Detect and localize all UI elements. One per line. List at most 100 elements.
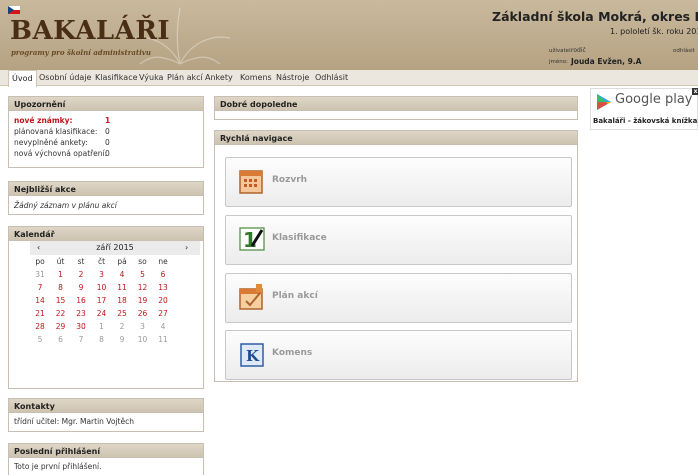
calendar-day[interactable]: 25 <box>112 309 132 318</box>
calendar-day[interactable]: 18 <box>112 296 132 305</box>
last-login-panel: Poslední přihlášení Toto je první přihlá… <box>8 443 204 475</box>
last-login-title: Poslední přihlášení <box>9 444 203 458</box>
calendar-day[interactable]: 3 <box>92 270 112 279</box>
contacts-panel: Kontakty třídní učitel: Mgr. Martin Vojt… <box>8 398 204 432</box>
school-name: Základní škola Mokrá, okres Brno-venkov <box>492 9 698 24</box>
name-value: Jouda Evžen, 9.A <box>571 57 642 66</box>
calendar-day[interactable]: 22 <box>51 309 71 318</box>
alert-label: nová výchovná opatření: <box>14 149 108 158</box>
last-login-text: Toto je první přihlášení. <box>14 462 102 471</box>
calendar-title: Kalendář <box>9 227 203 241</box>
quicknav-rozvrh-button[interactable]: Rozvrh <box>225 157 572 207</box>
menu-item-plan-akci[interactable]: Plán akcí <box>167 73 203 82</box>
alert-value: 0 <box>105 149 110 158</box>
events-empty-text: Žádný záznam v plánu akcí <box>14 201 117 210</box>
calendar-weekday: st <box>77 257 85 266</box>
calendar-weekday: so <box>138 257 147 266</box>
quicknav-label: Klasifikace <box>272 233 327 243</box>
svg-text:K: K <box>246 347 260 365</box>
calendar-day[interactable]: 20 <box>153 296 173 305</box>
czech-flag-icon[interactable] <box>8 6 20 14</box>
quicknav-klasifikace-button[interactable]: 1 Klasifikace <box>225 215 572 265</box>
calendar-day[interactable]: 23 <box>71 309 91 318</box>
calendar-day[interactable]: 15 <box>51 296 71 305</box>
menu-item-odhlasit[interactable]: Odhlásit <box>315 73 348 82</box>
calendar-day[interactable]: 6 <box>153 270 173 279</box>
calendar-day-other-month: 31 <box>35 270 45 279</box>
menu-item-vyuka[interactable]: Výuka <box>139 73 163 82</box>
alert-label: nevyplněné ankety: <box>14 138 88 147</box>
calendar-day[interactable]: 1 <box>51 270 71 279</box>
menu-item-ankety[interactable]: Ankety <box>205 73 233 82</box>
quicknav-title: Rychlá navigace <box>215 131 577 145</box>
calendar-weekday: po <box>35 257 45 266</box>
menu-item-nastroje[interactable]: Nástroje <box>276 73 309 82</box>
calendar-day[interactable]: 12 <box>133 283 153 292</box>
calendar-day[interactable]: 4 <box>112 270 132 279</box>
alert-label: plánovaná klasifikace: <box>14 127 98 136</box>
calendar-weekday: čt <box>97 257 106 266</box>
calendar-day[interactable]: 19 <box>133 296 153 305</box>
quicknav-komens-button[interactable]: K Komens <box>225 330 572 380</box>
calendar-day-other-month: 10 <box>137 335 148 344</box>
calendar-day[interactable]: 9 <box>71 283 91 292</box>
contacts-title: Kontakty <box>9 399 203 413</box>
menu-item-komens[interactable]: Komens <box>240 73 272 82</box>
calendar-day[interactable]: 24 <box>92 309 112 318</box>
greeting-title: Dobré dopoledne <box>215 97 577 111</box>
user-label: uživatel: <box>549 48 573 54</box>
alerts-panel: Upozornění nové známky: 1 plánovaná klas… <box>8 96 204 168</box>
calendar-day-other-month: 3 <box>140 322 145 331</box>
calendar-day-other-month: 9 <box>119 335 125 344</box>
quicknav-label: Komens <box>272 348 313 358</box>
alert-row-new-measures: nová výchovná opatření: 0 <box>9 148 203 159</box>
alert-value: 1 <box>105 116 111 125</box>
calendar-panel: Kalendář září 2015 ‹ › po út st čt pá so ne 31 1… <box>8 226 204 389</box>
calendar-day[interactable]: 29 <box>51 322 71 331</box>
calendar-day-other-month: 6 <box>58 335 63 344</box>
calendar-day[interactable]: 13 <box>153 283 173 292</box>
calendar-prev-button[interactable]: ‹ <box>37 243 40 252</box>
user-value: rodič <box>571 47 586 54</box>
name-label: jméno: <box>549 59 568 65</box>
calendar-day-other-month: 5 <box>37 335 43 344</box>
calendar-day[interactable]: 21 <box>30 309 50 318</box>
timetable-icon <box>239 170 263 194</box>
google-play-text: Google play <box>615 92 693 107</box>
calendar-day[interactable]: 16 <box>71 296 91 305</box>
school-period: 1. pololetí šk. roku 2015/16 <box>610 27 698 36</box>
calendar-weekday: pá <box>117 257 127 266</box>
menu-item-uvod[interactable]: Úvod <box>8 70 37 87</box>
contacts-teacher: třídní učitel: Mgr. Martin Vojtěch <box>14 417 134 426</box>
calendar-day[interactable]: 5 <box>133 270 153 279</box>
calendar-day[interactable]: 27 <box>153 309 173 318</box>
google-play-caption: Bakaláři - žákovská knížka <box>593 117 698 125</box>
alerts-title: Upozornění <box>9 97 203 111</box>
calendar-day[interactable]: 17 <box>92 296 112 305</box>
calendar-day[interactable]: 28 <box>30 322 50 331</box>
calendar-weekday: ne <box>158 257 168 266</box>
calendar-weekday: út <box>56 257 65 266</box>
calendar-day[interactable]: 14 <box>30 296 50 305</box>
calendar-day[interactable]: 8 <box>51 283 71 292</box>
google-play-banner[interactable]: x Google play Bakaláři - žákovská knížka <box>590 88 698 130</box>
calendar-day-other-month: 2 <box>119 322 125 331</box>
calendar-next-button[interactable]: › <box>185 243 188 252</box>
calendar-day[interactable]: 10 <box>92 283 112 292</box>
logout-link-small[interactable]: odhlásit <box>673 48 695 54</box>
alert-value: 0 <box>105 127 110 136</box>
calendar-day[interactable]: 30 <box>71 322 91 331</box>
calendar-day[interactable]: 2 <box>71 270 91 279</box>
calendar-day[interactable]: 26 <box>133 309 153 318</box>
calendar-day[interactable]: 11 <box>112 283 132 292</box>
calendar-month: září 2015 <box>96 243 134 252</box>
events-panel: Nejbližší akce Žádný záznam v plánu akcí <box>8 181 204 215</box>
quicknav-plan-akci-button[interactable]: Plán akcí <box>225 273 572 323</box>
menu-item-osobni-udaje[interactable]: Osobní údaje <box>39 73 91 82</box>
calendar-day-other-month: 1 <box>99 322 104 331</box>
google-play-icon <box>597 94 611 110</box>
main-menu: Úvod Osobní údaje Klasifikace Výuka Plán… <box>0 70 698 87</box>
calendar-day[interactable]: 7 <box>30 283 50 292</box>
menu-item-klasifikace[interactable]: Klasifikace <box>95 73 138 82</box>
alert-row-new-grades[interactable]: nové známky: 1 <box>9 115 203 126</box>
